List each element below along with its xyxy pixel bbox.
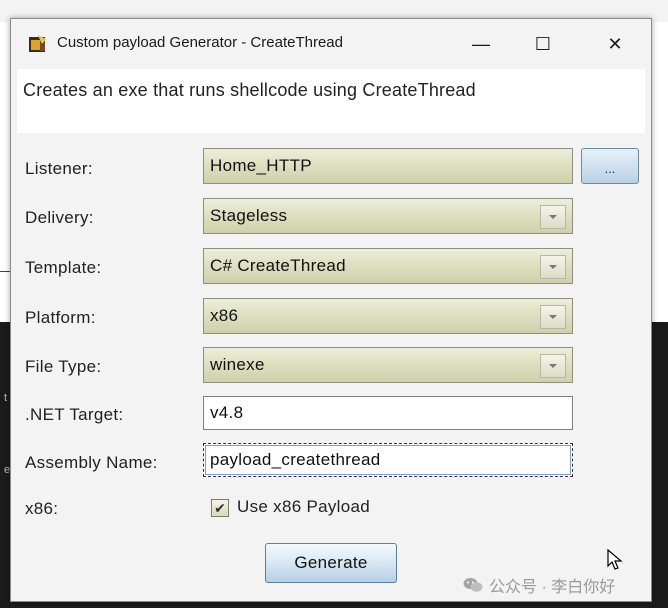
delivery-label: Delivery:	[25, 208, 94, 227]
net-target-label: .NET Target:	[25, 405, 124, 424]
description-text: Creates an exe that runs shellcode using…	[23, 80, 476, 100]
platform-value: x86	[210, 306, 239, 325]
wechat-icon	[463, 577, 483, 593]
use-x86-label[interactable]: Use x86 Payload	[237, 497, 370, 517]
assembly-name-value: payload_createthread	[210, 450, 381, 469]
assembly-name-label: Assembly Name:	[25, 453, 158, 472]
listener-label: Listener:	[25, 159, 93, 178]
file-type-value: winexe	[210, 355, 265, 374]
title-bar[interactable]: Custom payload Generator - CreateThread …	[11, 19, 651, 69]
watermark-text: 公众号 · 李白你好	[489, 579, 616, 596]
listener-browse-button[interactable]: ...	[581, 148, 639, 184]
net-target-value: v4.8	[210, 403, 244, 422]
checkmark-icon: ✔	[214, 500, 226, 516]
template-dropdown[interactable]: C# CreateThread	[203, 248, 573, 284]
assembly-name-input[interactable]: payload_createthread	[203, 443, 573, 477]
minimize-button[interactable]: —	[459, 27, 503, 61]
use-x86-checkbox[interactable]: ✔	[211, 499, 229, 517]
close-button[interactable]: ✕	[593, 27, 637, 61]
x86-label: x86:	[25, 499, 59, 518]
watermark: 公众号 · 李白你好	[463, 573, 615, 597]
window-title: Custom payload Generator - CreateThread	[57, 34, 343, 51]
payload-generator-dialog: Custom payload Generator - CreateThread …	[10, 18, 652, 602]
template-value: C# CreateThread	[210, 256, 346, 275]
listener-value: Home_HTTP	[210, 156, 312, 175]
mouse-pointer-icon	[607, 548, 623, 576]
description-panel: Creates an exe that runs shellcode using…	[17, 69, 645, 133]
background-text-fragment: t	[4, 392, 8, 404]
file-type-label: File Type:	[25, 357, 102, 376]
chevron-down-icon[interactable]	[540, 205, 566, 229]
chevron-down-icon[interactable]	[540, 255, 566, 279]
chevron-down-icon[interactable]	[540, 354, 566, 378]
platform-dropdown[interactable]: x86	[203, 298, 573, 334]
background-divider	[0, 271, 10, 272]
maximize-button[interactable]: ☐	[521, 27, 565, 61]
delivery-value: Stageless	[210, 206, 288, 225]
chevron-down-icon[interactable]	[540, 305, 566, 329]
payload-app-icon	[29, 35, 47, 53]
delivery-dropdown[interactable]: Stageless	[203, 198, 573, 234]
template-label: Template:	[25, 258, 102, 277]
generate-button[interactable]: Generate	[265, 543, 397, 583]
net-target-input[interactable]: v4.8	[203, 396, 573, 430]
file-type-dropdown[interactable]: winexe	[203, 347, 573, 383]
listener-field[interactable]: Home_HTTP	[203, 148, 573, 184]
platform-label: Platform:	[25, 308, 96, 327]
